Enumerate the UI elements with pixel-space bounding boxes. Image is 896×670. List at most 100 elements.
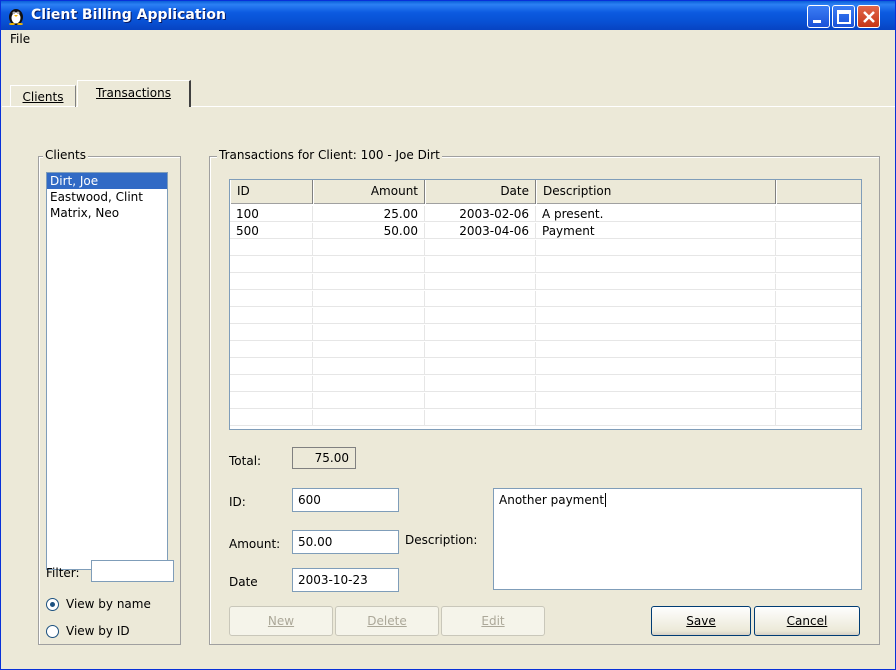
filter-label: Filter: [46,566,80,580]
cell-description [536,410,776,426]
title-bar[interactable]: Client Billing Application [1,1,895,30]
menu-bar: File [2,30,895,49]
cancel-button-label: Cancel [786,614,828,628]
cell-date [425,274,536,290]
cell-description: A present. [536,206,776,222]
date-field[interactable]: 2003-10-23 [292,568,399,592]
description-field[interactable]: Another payment [493,488,862,590]
cell-date [425,240,536,256]
cancel-button[interactable]: Cancel [754,606,860,636]
cell-date [425,257,536,273]
cell-amount [313,274,425,290]
column-header-id[interactable]: ID [230,180,313,204]
table-row [230,257,861,273]
edit-button-label: Edit [481,614,505,628]
view-by-id-radio[interactable] [46,625,59,638]
cell-amount: 50.00 [313,223,425,239]
filter-input[interactable] [91,560,174,582]
view-by-name-label: View by name [66,597,151,611]
column-header-description[interactable]: Description [536,180,776,204]
cell-filler [776,325,861,341]
clients-list[interactable]: Dirt, Joe Eastwood, Clint Matrix, Neo [46,172,168,570]
amount-field[interactable]: 50.00 [292,530,399,554]
text-cursor [605,493,607,507]
minimize-button[interactable] [807,5,830,28]
table-row [230,393,861,409]
cell-amount [313,308,425,324]
table-row [230,376,861,392]
tab-clients[interactable]: Clients [10,85,76,107]
maximize-button[interactable] [832,5,855,28]
cell-description [536,393,776,409]
cell-id [230,274,313,290]
client-item[interactable]: Matrix, Neo [47,205,167,221]
cell-filler [776,291,861,307]
cell-id [230,325,313,341]
cell-amount [313,410,425,426]
table-row [230,274,861,290]
tab-transactions[interactable]: Transactions [77,80,191,107]
menu-file[interactable]: File [10,32,30,46]
save-button-label: Save [686,614,716,628]
client-item[interactable]: Eastwood, Clint [47,189,167,205]
cell-id [230,308,313,324]
cell-id [230,410,313,426]
cell-date [425,325,536,341]
cell-id [230,376,313,392]
edit-button[interactable]: Edit [441,606,545,636]
new-button[interactable]: New [229,606,333,636]
cell-filler [776,206,861,222]
delete-button[interactable]: Delete [335,606,439,636]
cell-date [425,376,536,392]
table-row [230,410,861,426]
view-by-id-option[interactable]: View by ID [46,624,130,638]
cell-amount [313,291,425,307]
cell-description [536,325,776,341]
table-header: ID Amount Date Description [230,180,861,204]
cell-date [425,291,536,307]
column-header-date[interactable]: Date [425,180,536,204]
description-text: Another payment [499,493,605,507]
transactions-table[interactable]: ID Amount Date Description 100 25.00 2003-… [229,179,862,430]
id-field[interactable]: 600 [292,488,399,512]
cell-date [425,393,536,409]
clients-group-title: Clients [43,148,88,162]
cell-date: 2003-04-06 [425,223,536,239]
cell-amount: 25.00 [313,206,425,222]
minimize-icon [813,20,821,23]
maximize-icon [837,10,851,24]
table-row [230,308,861,324]
view-by-name-radio[interactable] [46,598,59,611]
transactions-group-title: Transactions for Client: 100 - Joe Dirt [217,148,442,162]
cell-description [536,291,776,307]
cell-amount [313,257,425,273]
client-item[interactable]: Dirt, Joe [47,173,167,189]
tab-clients-label: Clients [22,90,64,104]
cell-description [536,274,776,290]
cell-filler [776,342,861,358]
cell-filler [776,308,861,324]
new-button-label: New [267,614,295,628]
cell-filler [776,257,861,273]
view-by-name-option[interactable]: View by name [46,597,151,611]
cell-id [230,393,313,409]
table-row[interactable]: 500 50.00 2003-04-06 Payment [230,223,861,239]
tab-transactions-label: Transactions [96,86,171,100]
cell-filler [776,410,861,426]
column-header-filler [776,180,861,204]
save-button[interactable]: Save [651,606,751,636]
table-row [230,291,861,307]
close-button[interactable] [857,5,880,28]
cell-amount [313,393,425,409]
cell-amount [313,325,425,341]
cell-id: 500 [230,223,313,239]
table-row[interactable]: 100 25.00 2003-02-06 A present. [230,206,861,222]
cell-filler [776,223,861,239]
cell-amount [313,342,425,358]
delete-button-label: Delete [367,614,407,628]
cell-filler [776,359,861,375]
cell-date: 2003-02-06 [425,206,536,222]
cell-description [536,376,776,392]
cell-amount [313,359,425,375]
column-header-amount[interactable]: Amount [313,180,425,204]
